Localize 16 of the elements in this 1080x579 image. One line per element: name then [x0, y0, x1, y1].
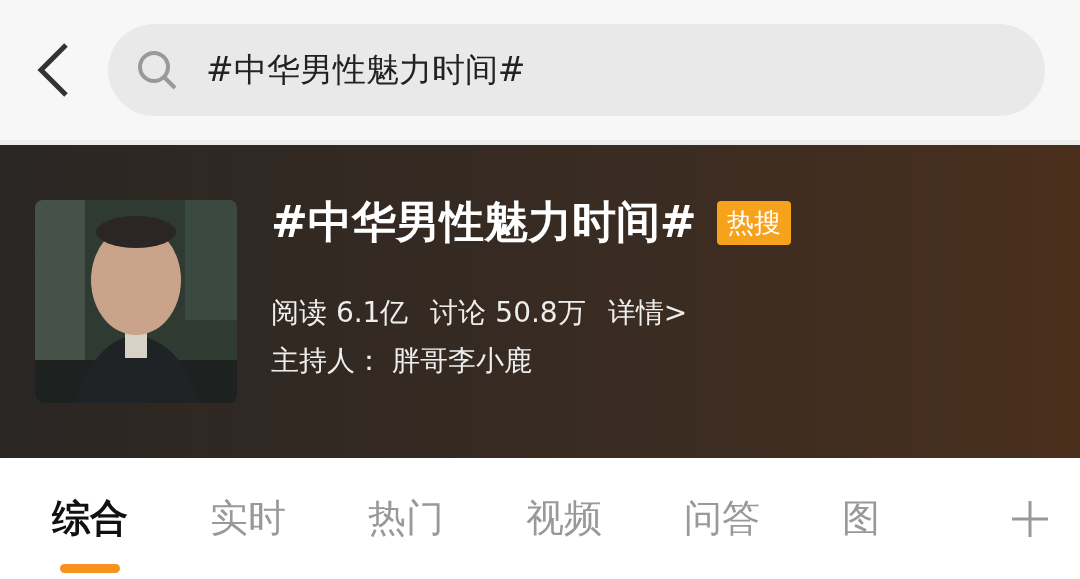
topic-title: #中华男性魅力时间#	[271, 195, 697, 249]
hot-badge: 热搜	[716, 200, 791, 245]
back-icon[interactable]	[36, 42, 70, 98]
details-link[interactable]: 详情>	[607, 294, 688, 332]
tab[interactable]: 综合	[52, 459, 128, 578]
search-icon	[136, 49, 178, 91]
tab[interactable]: 热门	[368, 459, 444, 578]
plus-icon	[1010, 498, 1050, 539]
tab[interactable]: 问答	[684, 459, 760, 578]
tab[interactable]: 实时	[210, 459, 286, 578]
host-text: 主持人： 胖哥李小鹿	[271, 343, 533, 379]
tab[interactable]: 视频	[526, 459, 602, 578]
search-field[interactable]: #中华男性魅力时间#	[108, 24, 1045, 116]
tab[interactable]: 图	[842, 459, 880, 578]
stat-text: 讨论 50.8万	[430, 295, 586, 331]
stat-text: 阅读 6.1亿	[271, 295, 409, 331]
